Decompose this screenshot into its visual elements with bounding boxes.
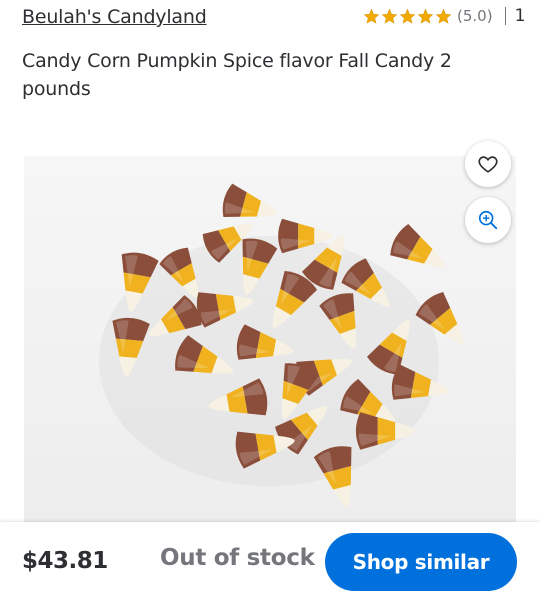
divider <box>504 7 506 25</box>
star-icon <box>363 8 380 24</box>
product-image[interactable] <box>24 156 516 522</box>
zoom-in-icon <box>478 210 498 230</box>
star-icon <box>381 8 398 24</box>
seller-link[interactable]: Beulah's Candyland <box>22 6 207 28</box>
star-icon <box>399 8 416 24</box>
favorite-button[interactable] <box>465 141 511 187</box>
zoom-button[interactable] <box>465 197 511 243</box>
candy-corn-photo <box>24 156 516 522</box>
price: $43.81 <box>22 548 108 574</box>
heart-icon <box>478 156 498 173</box>
rating-value: (5.0) <box>457 7 493 25</box>
review-count[interactable]: 1 <box>515 6 526 26</box>
star-icon <box>435 8 452 24</box>
star-icon <box>417 8 434 24</box>
stock-status: Out of stock <box>160 545 315 571</box>
product-title: Candy Corn Pumpkin Spice flavor Fall Can… <box>22 50 452 100</box>
shop-similar-button[interactable]: Shop similar <box>325 533 517 591</box>
star-rating <box>363 8 452 25</box>
rating-summary[interactable]: (5.0) 1 <box>363 6 525 26</box>
purchase-bar: $43.81 Out of stock Shop similar <box>0 522 540 602</box>
